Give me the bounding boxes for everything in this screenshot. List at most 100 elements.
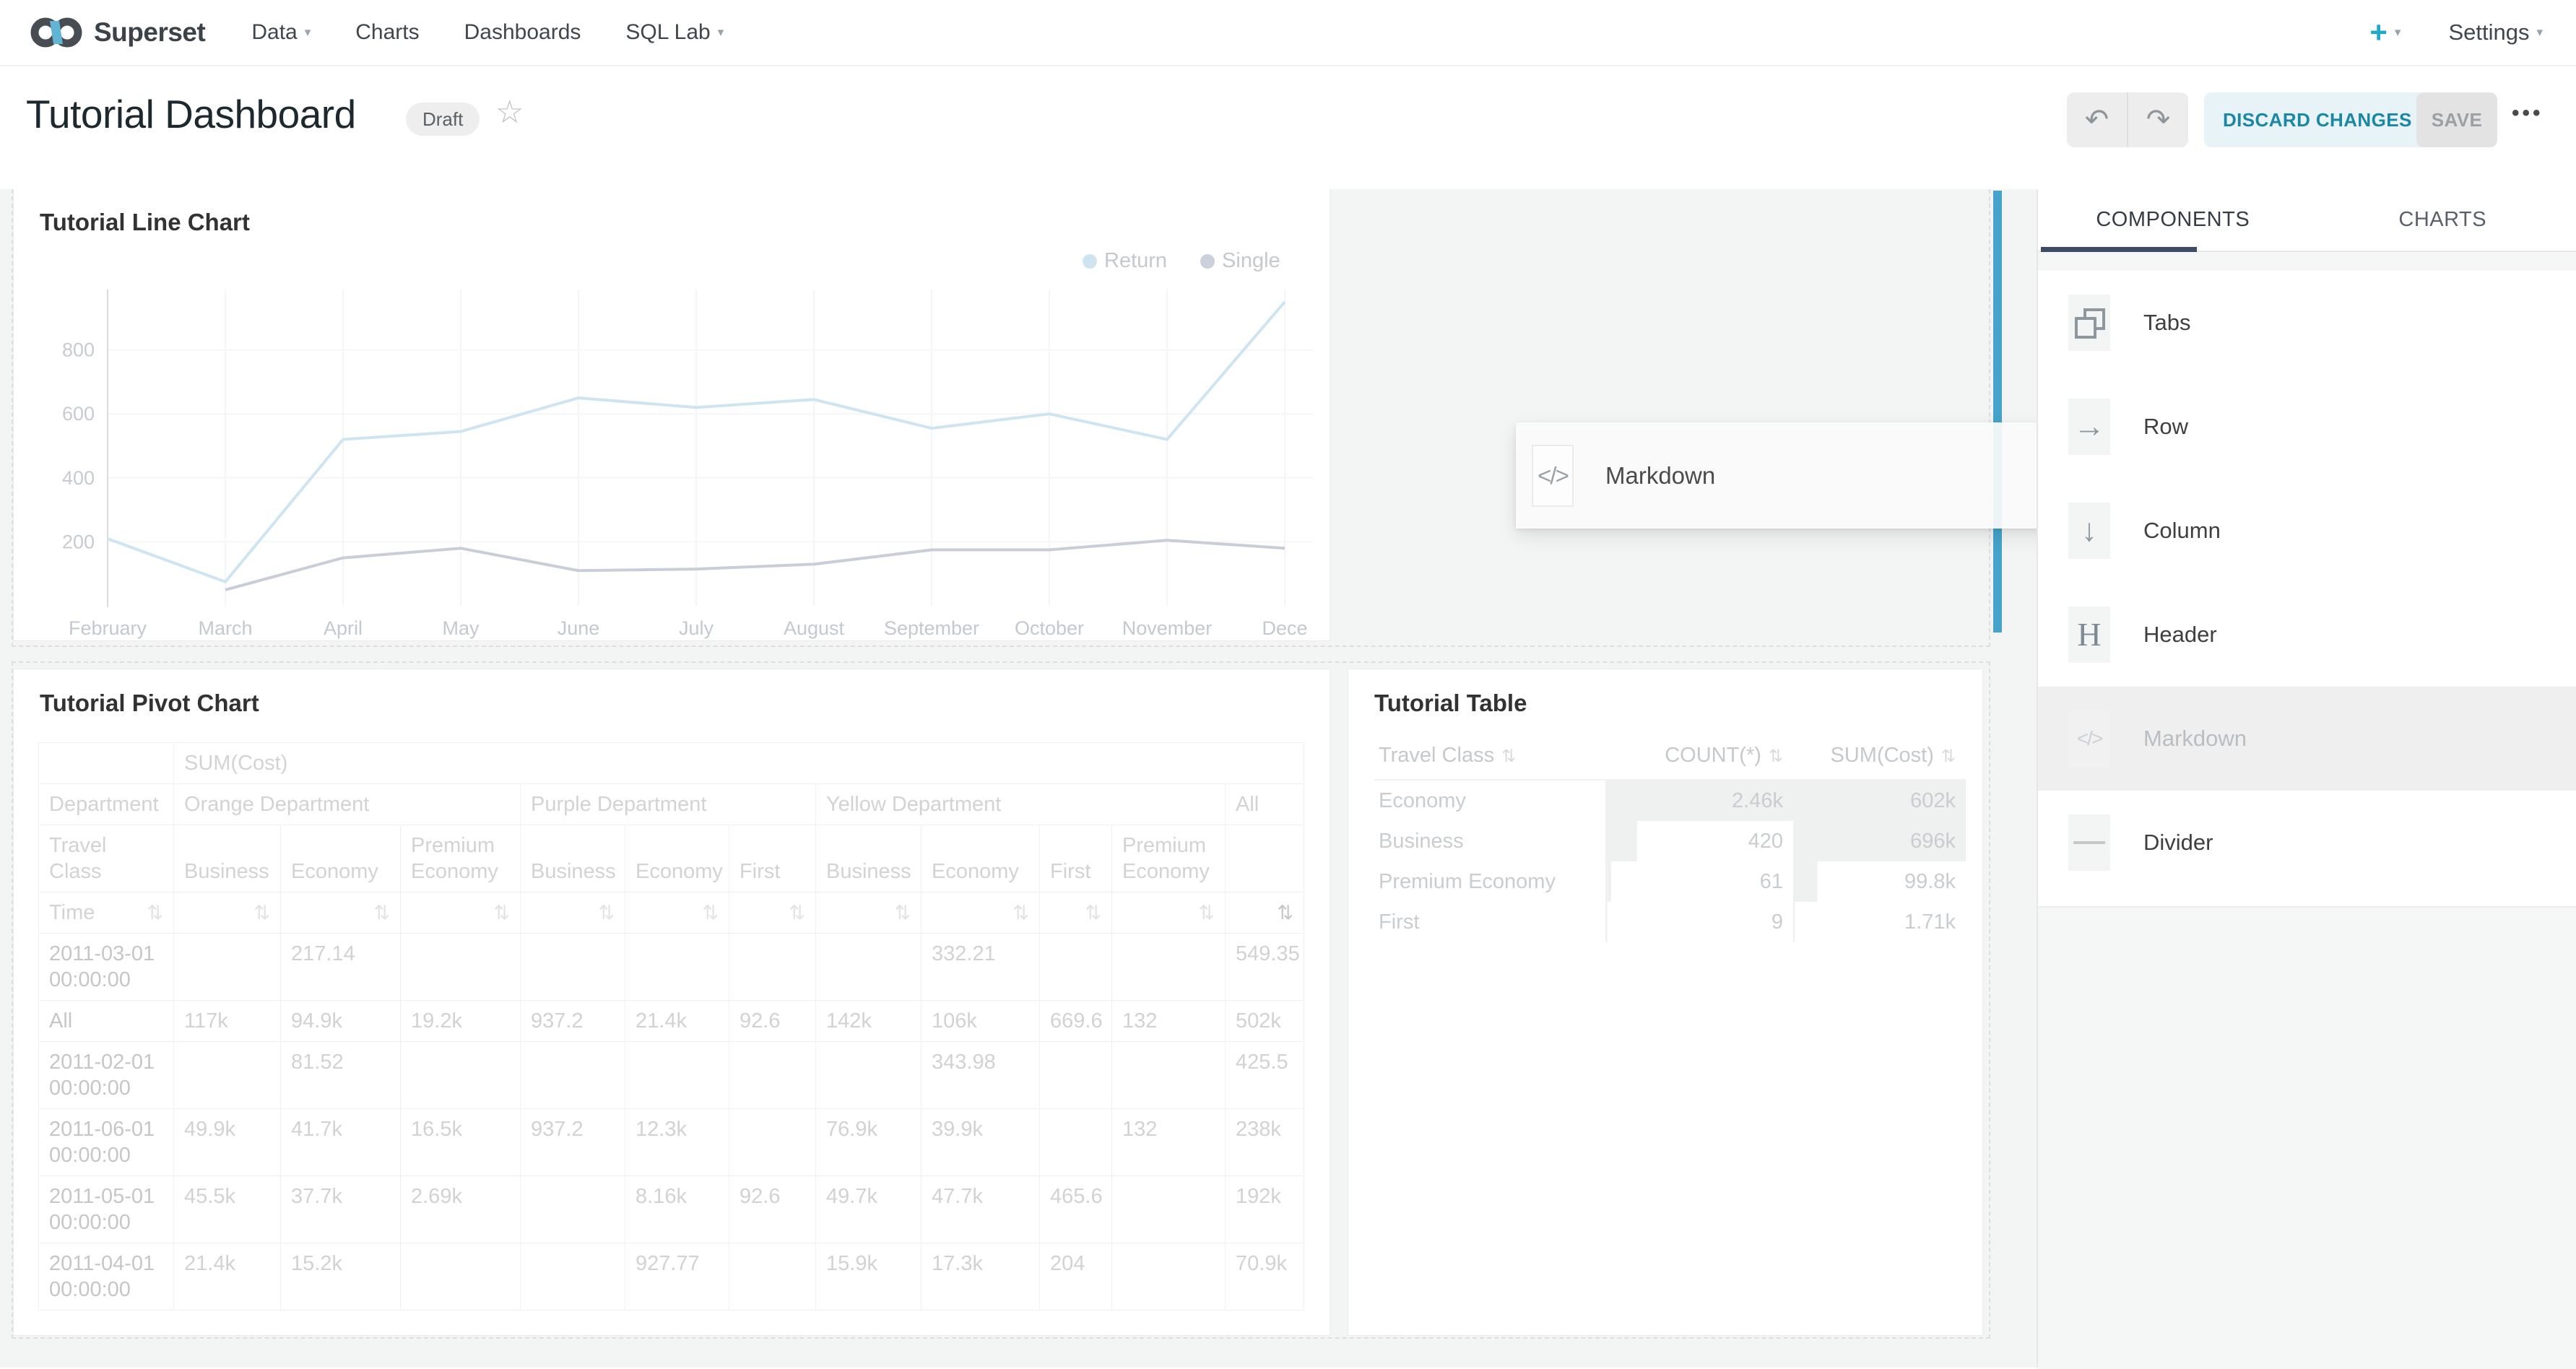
component-item-markdown[interactable]: </>Markdown (2038, 687, 2576, 791)
component-icon-box (2068, 295, 2110, 351)
tab-charts[interactable]: CHARTS (2308, 189, 2576, 251)
component-icon-box: H (2068, 607, 2110, 663)
pivot-cell: 106k (921, 1001, 1040, 1042)
pivot-cell (729, 1042, 816, 1109)
table-chart-card: Tutorial Table Travel Class⇅COUNT(*)⇅SUM… (1348, 669, 1983, 1336)
undo-button[interactable]: ↶ (2067, 92, 2127, 147)
pivot-cell: 94.9k (281, 1001, 401, 1042)
sort-header-active[interactable]: ⇅ (1226, 892, 1304, 934)
sort-icon: ⇅ (894, 900, 911, 926)
pivot-cell: 8.16k (625, 1176, 729, 1243)
pivot-cell (1112, 1042, 1226, 1109)
settings-menu[interactable]: Settings ▾ (2448, 19, 2543, 45)
chart-title: Tutorial Table (1374, 690, 1527, 717)
superset-dashboard-app: Superset Data▾ Charts Dashboards SQL Lab▾ +… (0, 0, 2576, 1368)
pivot-cell: 37.7k (281, 1176, 401, 1243)
sort-header[interactable]: ⇅ (1040, 892, 1112, 934)
component-label: Column (2143, 518, 2221, 544)
legend-item-single[interactable]: Single (1200, 249, 1280, 273)
component-item-divider[interactable]: Divider (2038, 791, 2576, 895)
more-options-button[interactable]: ••• (2512, 101, 2544, 126)
nav-item-sql-lab[interactable]: SQL Lab▾ (625, 20, 724, 45)
time-sort-header[interactable]: Time⇅ (39, 892, 174, 934)
sort-header[interactable]: ⇅ (401, 892, 521, 934)
sort-icon: ⇅ (373, 900, 390, 926)
redo-button[interactable]: ↷ (2128, 92, 2188, 147)
legend-item-return[interactable]: Return (1083, 249, 1167, 273)
pivot-chart-card: Tutorial Pivot Chart SUM(Cost)Department… (13, 669, 1330, 1336)
drop-indicator-bar (1993, 191, 2002, 633)
markdown-drag-ghost[interactable]: </> Markdown (1516, 422, 2063, 529)
travel-class-cell: Economy (1374, 780, 1605, 821)
pivot-table: SUM(Cost)DepartmentOrange DepartmentPurp… (38, 742, 1304, 1311)
legend-dot-icon (1083, 254, 1097, 269)
table-row: Economy2.46k602k (1374, 780, 1966, 821)
column-header[interactable]: Travel Class⇅ (1374, 739, 1605, 780)
nav-item-charts[interactable]: Charts (355, 20, 419, 45)
pivot-cell: 343.98 (921, 1042, 1040, 1109)
pivot-cell: 465.6 (1040, 1176, 1112, 1243)
sort-header[interactable]: ⇅ (625, 892, 729, 934)
component-item-header[interactable]: HHeader (2038, 583, 2576, 687)
discard-changes-button[interactable]: DISCARD CHANGES (2204, 92, 2431, 147)
pivot-cell (625, 934, 729, 1001)
pivot-cell: 117k (174, 1001, 281, 1042)
nav-item-data[interactable]: Data▾ (251, 20, 311, 45)
component-item-row[interactable]: →Row (2038, 375, 2576, 479)
sort-icon: ⇅ (253, 900, 270, 926)
page-title[interactable]: Tutorial Dashboard (26, 91, 356, 137)
pivot-cell (1040, 934, 1112, 1001)
row-label: All (39, 1001, 174, 1042)
brand-name[interactable]: Superset (94, 17, 205, 48)
table-header-row: Travel Class⇅COUNT(*)⇅SUM(Cost)⇅ (1374, 739, 1966, 780)
pivot-cell: 2.69k (401, 1176, 521, 1243)
navbar-right: + ▾ Settings ▾ (2369, 0, 2543, 65)
pivot-cell (401, 1243, 521, 1311)
column-arrow-icon: ↓ (2081, 515, 2097, 547)
save-button[interactable]: SAVE (2416, 92, 2497, 147)
sort-icon: ⇅ (147, 900, 163, 926)
favorite-star-icon[interactable]: ☆ (495, 94, 524, 131)
sum-cell: 1.71k (1793, 902, 1966, 942)
pivot-cell: 92.6 (729, 1001, 816, 1042)
panel-gap (2038, 252, 2576, 271)
new-item-button[interactable]: + ▾ (2369, 17, 2401, 48)
pivot-cell: 47.7k (921, 1176, 1040, 1243)
sort-icon: ⇅ (1085, 900, 1101, 926)
row-label: 2011-05-01 00:00:00 (39, 1176, 174, 1243)
count-cell: 61 (1605, 861, 1793, 902)
pivot-cell: 669.6 (1040, 1001, 1112, 1042)
sort-header[interactable]: ⇅ (521, 892, 625, 934)
sort-header[interactable]: ⇅ (1112, 892, 1226, 934)
markdown-icon: </> (1532, 445, 1574, 507)
superset-logo-icon[interactable] (29, 14, 84, 51)
legend-dot-icon (1200, 254, 1215, 269)
divider-icon (2073, 841, 2105, 844)
nav-item-dashboards[interactable]: Dashboards (464, 20, 581, 45)
pivot-cell: 41.7k (281, 1109, 401, 1176)
chart-title: Tutorial Pivot Chart (40, 690, 259, 717)
top-navbar: Superset Data▾ Charts Dashboards SQL Lab▾ +… (0, 0, 2576, 66)
pivot-cell (521, 1176, 625, 1243)
sort-header[interactable]: ⇅ (281, 892, 401, 934)
sort-header[interactable]: ⇅ (174, 892, 281, 934)
sort-header[interactable]: ⇅ (921, 892, 1040, 934)
pivot-cell: 132 (1112, 1001, 1226, 1042)
column-header[interactable]: COUNT(*)⇅ (1605, 739, 1793, 780)
pivot-cell (1112, 934, 1226, 1001)
undo-redo-group: ↶ ↷ (2067, 92, 2188, 147)
all-header: All (1226, 784, 1304, 825)
pivot-cell: 39.9k (921, 1109, 1040, 1176)
tab-components[interactable]: COMPONENTS (2038, 189, 2308, 251)
sort-header[interactable]: ⇅ (729, 892, 816, 934)
sort-icon: ⇅ (598, 900, 615, 926)
sort-header[interactable]: ⇅ (816, 892, 921, 934)
svg-text:July: July (679, 617, 714, 639)
pivot-cell: 16.5k (401, 1109, 521, 1176)
sum-cell: 696k (1793, 821, 1966, 861)
component-item-tabs[interactable]: Tabs (2038, 271, 2576, 375)
component-icon-box: ↓ (2068, 503, 2110, 559)
column-header[interactable]: SUM(Cost)⇅ (1793, 739, 1966, 780)
pivot-table-wrap: SUM(Cost)DepartmentOrange DepartmentPurp… (38, 742, 1304, 1311)
component-item-column[interactable]: ↓ Column (2038, 479, 2576, 583)
